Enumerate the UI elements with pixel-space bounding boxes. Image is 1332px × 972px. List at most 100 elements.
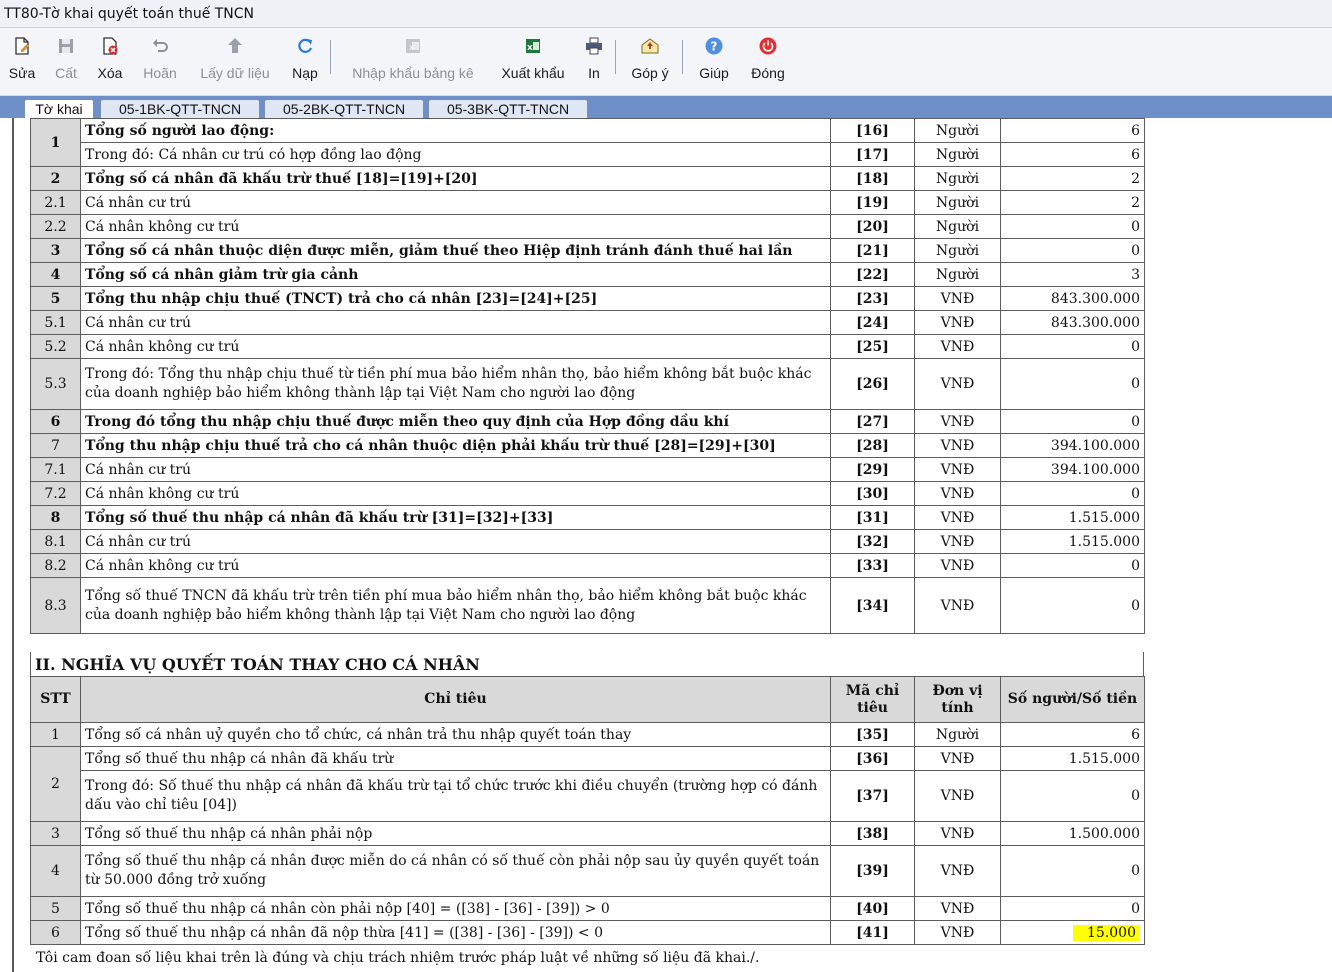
delete-icon (99, 35, 121, 57)
postpone-button[interactable]: Hoãn (140, 32, 180, 88)
unit-cell: VNĐ (914, 770, 1001, 822)
value-field[interactable]: 6 (1000, 722, 1145, 747)
close-button[interactable]: Đóng (748, 32, 788, 88)
description-cell: Tổng số thuế thu nhập cá nhân còn phải n… (80, 896, 831, 921)
value-field[interactable]: 1.515.000 (1000, 505, 1145, 530)
unit-cell: VNĐ (914, 845, 1001, 897)
value-field[interactable]: 0 (1000, 358, 1145, 410)
value-field[interactable]: 1.515.000 (1000, 746, 1145, 771)
table-row: 4 Tổng số thuế thu nhập cá nhân được miễ… (30, 845, 1145, 897)
value-field[interactable]: 1.500.000 (1000, 821, 1145, 846)
value-field[interactable]: 0 (1000, 238, 1145, 263)
description-cell: Tổng thu nhập chịu thuế (TNCT) trả cho c… (80, 286, 831, 311)
value-field[interactable]: 2 (1000, 166, 1145, 191)
description-cell: Tổng số cá nhân thuộc diện được miễn, gi… (80, 238, 831, 263)
table-row: 5 Tổng thu nhập chịu thuế (TNCT) trả cho… (30, 286, 1145, 311)
value-field[interactable]: 0 (1000, 481, 1145, 506)
description-cell: Tổng số thuế TNCN đã khấu trừ trên tiền … (80, 577, 831, 634)
stt-cell: 3 (30, 821, 81, 846)
description-cell: Tổng số thuế thu nhập cá nhân đã khấu tr… (80, 505, 831, 530)
export-button[interactable]: x Xuất khẩu (498, 32, 568, 88)
header-unit: Đơn vị tính (914, 676, 1001, 723)
table-row: 7 Tổng thu nhập chịu thuế trả cho cá nhâ… (30, 433, 1145, 458)
value-field[interactable]: 0 (1000, 334, 1145, 359)
code-cell: [22] (830, 262, 915, 287)
value-field[interactable]: 0 (1000, 553, 1145, 578)
save-icon (55, 35, 77, 57)
code-cell: [34] (830, 577, 915, 634)
description-cell: Cá nhân cư trú (80, 310, 831, 335)
tab-05-1bk[interactable]: 05-1BK-QTT-TNCN (100, 99, 260, 118)
value-field[interactable]: 394.100.000 (1000, 433, 1145, 458)
value-field-highlighted[interactable]: 15.000 (1000, 920, 1145, 945)
table-row: 6 Tổng số thuế thu nhập cá nhân đã nộp t… (30, 920, 1145, 945)
unit-cell: Người (914, 118, 1001, 143)
table-row: 1 Tổng số cá nhân uỷ quyền cho tổ chức, … (30, 722, 1145, 747)
table-header-row: STT Chỉ tiêu Mã chỉ tiêu Đơn vị tính Số … (30, 676, 1145, 723)
feedback-button[interactable]: Góp ý (628, 32, 672, 88)
import-button[interactable]: x Nhập khẩu bảng kê (346, 32, 480, 88)
stt-cell: 8 (30, 505, 81, 530)
value-field[interactable]: 0 (1000, 896, 1145, 921)
code-cell: [35] (830, 722, 915, 747)
code-cell: [28] (830, 433, 915, 458)
reload-icon (294, 35, 316, 57)
table-row: 8.2 Cá nhân không cư trú [33] VNĐ 0 (30, 553, 1145, 578)
tab-05-2bk[interactable]: 05-2BK-QTT-TNCN (264, 99, 424, 118)
stt-cell: 8.1 (30, 529, 81, 554)
get-data-button[interactable]: Lấy dữ liệu (198, 32, 272, 88)
table-row: 1 Tổng số người lao động: [16] Người 6 (30, 118, 1145, 167)
table-row: 7.1 Cá nhân cư trú [29] VNĐ 394.100.000 (30, 457, 1145, 482)
help-icon: ? (703, 35, 725, 57)
value-field[interactable]: 0 (1000, 845, 1145, 897)
tab-05-3bk[interactable]: 05-3BK-QTT-TNCN (428, 99, 588, 118)
left-divider (12, 118, 14, 972)
description-cell: Cá nhân cư trú (80, 190, 831, 215)
value-field[interactable]: 3 (1000, 262, 1145, 287)
value-field[interactable]: 6 (1000, 118, 1145, 143)
value-field[interactable]: 843.300.000 (1000, 286, 1145, 311)
value-field[interactable]: 6 (1000, 142, 1145, 167)
print-button[interactable]: In (582, 32, 606, 88)
value-field[interactable]: 394.100.000 (1000, 457, 1145, 482)
toolbar-separator (615, 40, 616, 74)
table-row: 7.2 Cá nhân không cư trú [30] VNĐ 0 (30, 481, 1145, 506)
tab-to-khai[interactable]: Tờ khai (24, 99, 94, 118)
delete-button[interactable]: Xóa (96, 32, 124, 88)
svg-text:?: ? (711, 40, 718, 54)
section2-title: II. NGHĨA VỤ QUYẾT TOÁN THAY CHO CÁ NHÂN (30, 652, 1144, 678)
code-cell: [29] (830, 457, 915, 482)
table-row: 2.1 Cá nhân cư trú [19] Người 2 (30, 190, 1145, 215)
stt-cell: 6 (30, 920, 81, 945)
code-cell: [37] (830, 770, 915, 822)
power-icon (757, 35, 779, 57)
edit-button[interactable]: Sửa (8, 32, 36, 88)
undo-icon (149, 35, 171, 57)
description-cell: Tổng số cá nhân uỷ quyền cho tổ chức, cá… (80, 722, 831, 747)
description-cell: Cá nhân không cư trú (80, 214, 831, 239)
save-button[interactable]: Cất (52, 32, 80, 88)
header-description: Chỉ tiêu (80, 676, 831, 723)
code-cell: [23] (830, 286, 915, 311)
description-cell: Tổng số thuế thu nhập cá nhân được miễn … (80, 845, 831, 897)
value-field[interactable]: 0 (1000, 214, 1145, 239)
value-field[interactable]: 1.515.000 (1000, 529, 1145, 554)
unit-cell: Người (914, 262, 1001, 287)
value-field[interactable]: 843.300.000 (1000, 310, 1145, 335)
table-row: Trong đó: Số thuế thu nhập cá nhân đã kh… (31, 770, 1145, 822)
printer-icon (583, 35, 605, 57)
form-content: 1 Tổng số người lao động: [16] Người 6 T… (0, 118, 1332, 972)
reload-button[interactable]: Nạp (290, 32, 320, 88)
code-cell: [27] (830, 409, 915, 434)
value-field[interactable]: 2 (1000, 190, 1145, 215)
code-cell: [20] (830, 214, 915, 239)
unit-cell: Người (914, 190, 1001, 215)
table-row: 6 Trong đó tổng thu nhập chịu thuế được … (30, 409, 1145, 434)
unit-cell: VNĐ (914, 896, 1001, 921)
unit-cell: VNĐ (914, 286, 1001, 311)
table-row: 2 Tổng số thuế thu nhập cá nhân đã khấu … (30, 746, 1145, 822)
help-button[interactable]: ? Giúp (696, 32, 732, 88)
value-field[interactable]: 0 (1000, 770, 1145, 822)
value-field[interactable]: 0 (1000, 577, 1145, 634)
value-field[interactable]: 0 (1000, 409, 1145, 434)
